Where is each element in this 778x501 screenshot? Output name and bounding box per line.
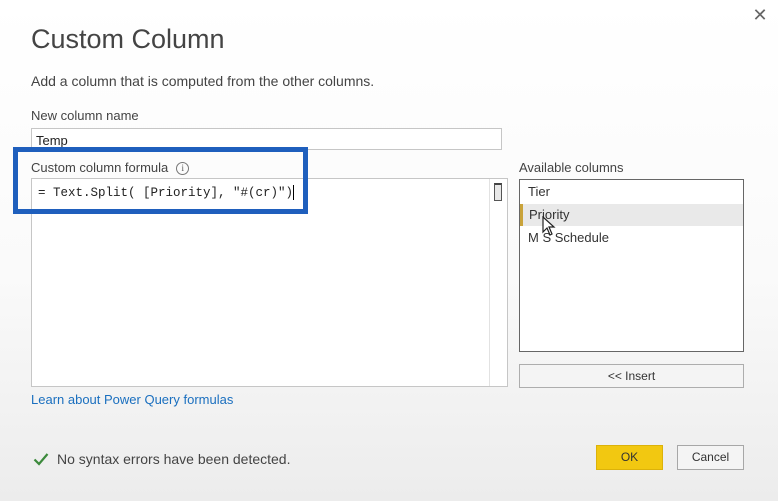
formula-content: = Text.Split( [Priority], "#(cr)") xyxy=(38,185,294,200)
mouse-pointer-icon xyxy=(542,216,556,236)
available-columns-list[interactable]: Tier Priority M S Schedule xyxy=(519,179,744,352)
scrollbar-thumb[interactable] xyxy=(494,183,502,201)
text-caret xyxy=(293,185,295,200)
formula-label-text: Custom column formula xyxy=(31,160,169,175)
dialog-subtitle: Add a column that is computed from the o… xyxy=(31,73,375,89)
cancel-button[interactable]: Cancel xyxy=(677,445,744,470)
checkmark-icon xyxy=(33,453,49,466)
formula-editor[interactable]: = Text.Split( [Priority], "#(cr)") xyxy=(31,178,508,387)
dialog-title: Custom Column xyxy=(31,24,225,54)
new-column-name-label: New column name xyxy=(31,108,139,123)
insert-button[interactable]: << Insert xyxy=(519,364,744,388)
new-column-name-input[interactable] xyxy=(31,128,502,150)
available-columns-label: Available columns xyxy=(519,160,624,175)
info-icon[interactable]: i xyxy=(176,162,190,176)
learn-power-query-link[interactable]: Learn about Power Query formulas xyxy=(31,392,233,407)
formula-text[interactable]: = Text.Split( [Priority], "#(cr)") xyxy=(38,185,295,200)
formula-scrollbar[interactable] xyxy=(489,179,507,386)
close-icon[interactable]: ✕ xyxy=(751,6,769,24)
syntax-status-text: No syntax errors have been detected. xyxy=(57,451,291,467)
ok-button[interactable]: OK xyxy=(596,445,663,470)
column-item-tier[interactable]: Tier xyxy=(520,181,743,203)
custom-column-formula-label: Custom column formula i xyxy=(31,160,190,176)
